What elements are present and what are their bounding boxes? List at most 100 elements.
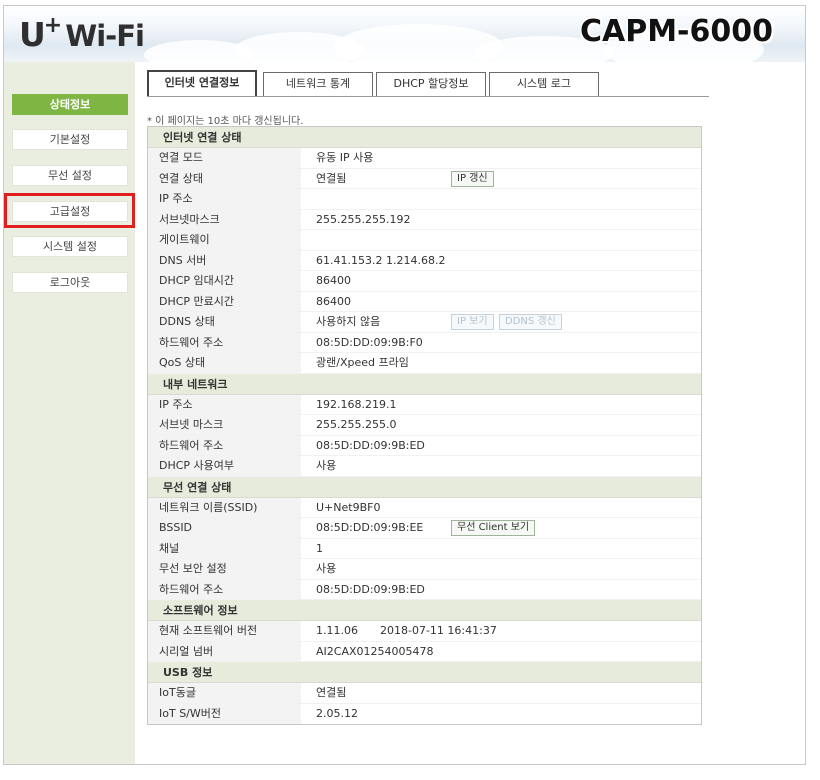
row-value: 08:5D:DD:09:9B:ED	[316, 438, 425, 452]
row-label: 채널	[148, 538, 301, 558]
row-value: 연결됨	[316, 171, 347, 185]
sidebar: 상태정보 기본설정 무선 설정 고급설정 시스템 설정 로그아웃	[4, 62, 135, 764]
row-value: 08:5D:DD:09:9B:ED	[316, 582, 425, 596]
row-label: 연결 상태	[148, 168, 301, 188]
table-row: IoT S/W버전 2.05.12	[148, 703, 701, 724]
logo-u: U	[19, 15, 46, 54]
row-value: 255.255.255.192	[316, 212, 411, 226]
row-label: DHCP 사용여부	[148, 456, 301, 476]
row-value: 192.168.219.1	[316, 397, 397, 411]
row-label: 하드웨어 주소	[148, 579, 301, 599]
row-label: 연결 모드	[148, 148, 301, 168]
row-value: AI2CAX01254005478	[316, 644, 434, 658]
table-row: 연결 모드 유동 IP 사용	[148, 148, 701, 169]
sidebar-item-system-settings[interactable]: 시스템 설정	[12, 236, 128, 257]
table-row: 하드웨어 주소 08:5D:DD:09:9B:ED	[148, 579, 701, 600]
row-label: 무선 보안 설정	[148, 559, 301, 579]
row-value: 연결됨	[316, 686, 347, 699]
section-wireless: 무선 연결 상태	[148, 476, 701, 498]
row-label: BSSID	[148, 518, 301, 538]
section-internet-status: 인터넷 연결 상태	[148, 127, 701, 148]
row-value: 2.05.12	[316, 706, 358, 720]
row-label: 서브넷 마스크	[148, 415, 301, 435]
row-value: 255.255.255.0	[316, 418, 397, 431]
tab-dhcp-allocation[interactable]: DHCP 할당정보	[376, 72, 486, 96]
brand-logo: U+ Wi-Fi	[19, 13, 145, 54]
row-label: IP 주소	[148, 394, 301, 414]
row-value: 61.41.153.2 1.214.68.2	[316, 253, 446, 267]
row-value: 08:5D:DD:09:9B:EE	[316, 521, 424, 534]
table-row: IP 주소	[148, 189, 701, 210]
row-label: IoT동글	[148, 683, 301, 703]
sidebar-item-logout[interactable]: 로그아웃	[12, 272, 128, 293]
router-admin-frame: U+ Wi-Fi CAPM-6000 상태정보 기본설정 무선 설정 고급설정 시…	[3, 5, 806, 765]
row-value: 86400	[316, 294, 351, 308]
row-value: 1.11.06 2018-07-11 16:41:37	[316, 621, 497, 641]
logo-wifi: Wi-Fi	[65, 19, 145, 53]
row-label: IP 주소	[148, 189, 301, 209]
ddns-renew-button[interactable]: DDNS 갱신	[499, 314, 562, 330]
ip-view-button[interactable]: IP 보기	[451, 314, 494, 330]
software-version: 1.11.06	[316, 624, 358, 637]
tab-internet-connection[interactable]: 인터넷 연결정보	[147, 70, 257, 96]
row-value: 08:5D:DD:09:9B:F0	[316, 335, 423, 349]
model-name: CAPM-6000	[579, 14, 773, 49]
row-label: 서브넷마스크	[148, 209, 301, 229]
row-label: 현재 소프트웨어 버전	[148, 621, 301, 641]
section-lan: 내부 네트워크	[148, 373, 701, 395]
row-label: 시리얼 넘버	[148, 641, 301, 661]
table-row: BSSID 08:5D:DD:09:9B:EE 무선 Client 보기	[148, 518, 701, 539]
table-row: 연결 상태 연결됨 IP 갱신	[148, 168, 701, 189]
table-row: 채널 1	[148, 538, 701, 559]
row-value: 86400	[316, 274, 351, 287]
row-label: 네트워크 이름(SSID)	[148, 497, 301, 517]
logo-plus: +	[43, 13, 63, 38]
header-banner: U+ Wi-Fi CAPM-6000	[4, 6, 805, 62]
sidebar-item-basic-settings[interactable]: 기본설정	[12, 129, 128, 150]
row-label: IoT S/W버전	[148, 703, 301, 724]
table-row: DHCP 만료시간 86400	[148, 291, 701, 312]
refresh-notice: * 이 페이지는 10초 마다 갱신됩니다.	[147, 116, 304, 127]
table-row: 서브넷마스크 255.255.255.192	[148, 209, 701, 230]
row-label: DHCP 만료시간	[148, 291, 301, 311]
table-row: DNS 서버 61.41.153.2 1.214.68.2	[148, 250, 701, 271]
row-value: 유동 IP 사용	[316, 151, 374, 164]
table-row: IoT동글 연결됨	[148, 683, 701, 704]
sidebar-item-advanced-settings[interactable]: 고급설정	[12, 201, 128, 222]
row-value: 사용	[316, 562, 337, 575]
row-label: DDNS 상태	[148, 312, 301, 332]
table-row: 하드웨어 주소 08:5D:DD:09:9B:ED	[148, 435, 701, 456]
table-row: QoS 상태 광랜/Xpeed 프라임	[148, 353, 701, 374]
row-label: DHCP 임대시간	[148, 271, 301, 291]
table-row: DHCP 임대시간 86400	[148, 271, 701, 292]
sidebar-item-wireless-settings[interactable]: 무선 설정	[12, 165, 128, 186]
row-label: 게이트웨이	[148, 230, 301, 250]
row-value: 사용하지 않음	[316, 315, 381, 328]
table-row: 하드웨어 주소 08:5D:DD:09:9B:F0	[148, 332, 701, 353]
table-row: 게이트웨이	[148, 230, 701, 251]
table-row: 네트워크 이름(SSID) U+Net9BF0	[148, 497, 701, 518]
row-label: QoS 상태	[148, 353, 301, 373]
tab-network-stats[interactable]: 네트워크 통계	[263, 72, 373, 96]
table-row: DDNS 상태 사용하지 않음 IP 보기 DDNS 갱신	[148, 312, 701, 333]
row-label: DNS 서버	[148, 250, 301, 270]
software-build-date: 2018-07-11 16:41:37	[380, 624, 497, 637]
ip-renew-button[interactable]: IP 갱신	[451, 170, 494, 187]
status-table: 인터넷 연결 상태 연결 모드 유동 IP 사용 연결 상태 연결됨 IP 갱신 IP…	[147, 126, 702, 725]
table-row: 서브넷 마스크 255.255.255.0	[148, 415, 701, 436]
cloud-decoration	[144, 40, 254, 62]
table-row: 무선 보안 설정 사용	[148, 559, 701, 580]
row-value: 1	[316, 541, 323, 555]
row-value: 광랜/Xpeed 프라임	[316, 356, 409, 369]
row-value: 사용	[316, 459, 337, 472]
row-value: U+Net9BF0	[316, 500, 381, 514]
sidebar-item-status[interactable]: 상태정보	[12, 94, 128, 115]
tab-underline	[147, 96, 709, 97]
wireless-client-view-button[interactable]: 무선 Client 보기	[451, 520, 536, 536]
section-software: 소프트웨어 정보	[148, 600, 701, 621]
table-row: 시리얼 넘버 AI2CAX01254005478	[148, 641, 701, 662]
tab-system-log[interactable]: 시스템 로그	[489, 72, 599, 96]
table-row: 현재 소프트웨어 버전 1.11.06 2018-07-11 16:41:37	[148, 621, 701, 642]
section-usb: USB 정보	[148, 662, 701, 683]
table-row: IP 주소 192.168.219.1	[148, 394, 701, 415]
